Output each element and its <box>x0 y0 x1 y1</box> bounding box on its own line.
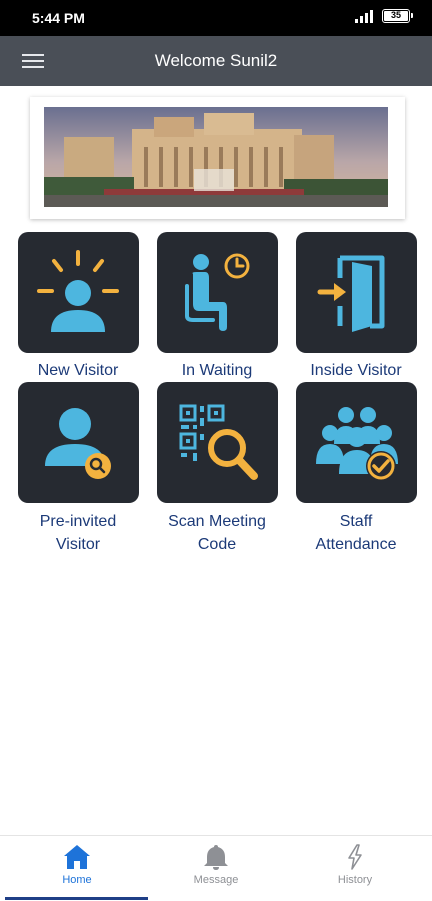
nav-history-label: History <box>337 874 373 886</box>
nav-home[interactable]: Home <box>5 836 149 901</box>
battery-level: 35 <box>390 10 401 20</box>
app-bar: Welcome Sunil2 <box>0 36 432 86</box>
waiting-icon <box>185 253 250 331</box>
bell-icon <box>204 845 228 870</box>
banner-card <box>30 97 405 219</box>
scan-meeting-label[interactable]: Scan Meeting Code <box>147 510 287 556</box>
lightning-icon <box>348 844 362 870</box>
page-title: Welcome Sunil2 <box>154 51 278 70</box>
inside-visitor-label[interactable]: Inside Visitor <box>286 359 426 382</box>
status-time: 5:44 PM <box>32 10 85 26</box>
nav-message-label: Message <box>193 874 239 886</box>
staff-attendance-icon <box>316 407 398 481</box>
status-bar: 5:44 PM 35 <box>0 0 432 36</box>
nav-home-label: Home <box>62 874 92 886</box>
new-visitor-tile[interactable] <box>18 232 139 353</box>
nav-message[interactable]: Message <box>144 836 288 901</box>
new-visitor-icon <box>37 250 119 332</box>
door-enter-icon <box>317 255 385 332</box>
staff-attendance-label[interactable]: Staff Attendance <box>286 510 426 556</box>
pre-invited-icon <box>45 408 111 479</box>
inside-visitor-tile[interactable] <box>296 232 417 353</box>
bottom-nav: Home Message History <box>0 835 432 900</box>
campus-banner-image <box>44 107 388 207</box>
status-icons: 35 <box>354 9 413 23</box>
signal-icon <box>355 10 373 23</box>
qr-scan-icon <box>179 404 258 480</box>
staff-attendance-tile[interactable] <box>296 382 417 503</box>
in-waiting-tile[interactable] <box>157 232 278 353</box>
home-icon <box>64 845 90 869</box>
in-waiting-label[interactable]: In Waiting <box>147 359 287 382</box>
new-visitor-label[interactable]: New Visitor <box>8 359 148 382</box>
scan-meeting-tile[interactable] <box>157 382 278 503</box>
battery-icon: 35 <box>382 9 413 23</box>
nav-history[interactable]: History <box>283 836 427 901</box>
pre-invited-label[interactable]: Pre-invited Visitor <box>8 510 148 556</box>
pre-invited-tile[interactable] <box>18 382 139 503</box>
